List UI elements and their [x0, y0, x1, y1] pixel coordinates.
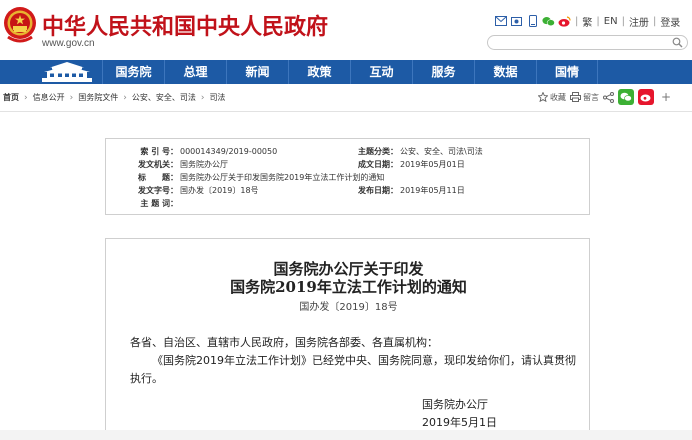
nav-item-policies[interactable]: 政策 — [288, 60, 350, 84]
nav-item-news[interactable]: 新闻 — [226, 60, 288, 84]
breadcrumb-separator-icon: › — [200, 92, 205, 103]
divider: | — [596, 15, 600, 27]
breadcrumb-separator-icon: › — [24, 92, 28, 103]
breadcrumb-home[interactable]: 首页 — [3, 92, 19, 103]
share-button[interactable] — [603, 91, 614, 103]
comment-button[interactable]: 留言 — [570, 92, 599, 103]
favorite-label: 收藏 — [550, 92, 566, 102]
title-label: 标 题： — [138, 173, 178, 182]
print-icon — [570, 92, 581, 102]
doc-sign-date: 2019年5月1日 — [422, 416, 497, 429]
star-icon — [538, 92, 548, 102]
written-date-label: 成文日期： — [358, 160, 398, 169]
title-value: 国务院办公厅关于印发国务院2019年立法工作计划的通知 — [180, 173, 385, 182]
doc-signer: 国务院办公厅 — [422, 398, 488, 411]
share-icon — [603, 91, 614, 103]
more-share-button[interactable]: + — [661, 90, 671, 104]
doc-title-line2: 国务院2019年立法工作计划的通知 — [230, 278, 467, 296]
doc-salutation: 各省、自治区、直辖市人民政府，国务院各部委、各直属机构： — [130, 336, 438, 349]
doc-number-label: 发文字号： — [138, 186, 178, 195]
issuer-label: 发文机关： — [138, 160, 178, 169]
breadcrumb-info-public[interactable]: 信息公开 — [33, 92, 65, 103]
breadcrumb-public-security[interactable]: 公安、安全、司法 — [132, 92, 196, 103]
search-icon[interactable] — [672, 37, 683, 48]
tiananmen-logo-icon[interactable] — [38, 61, 96, 83]
divider: | — [652, 15, 657, 27]
nav-item-state-council[interactable]: 国务院 — [102, 60, 164, 84]
weibo-icon — [640, 94, 651, 102]
doc-paragraph-line2: 执行。 — [130, 372, 163, 385]
issuer-value: 国务院办公厅 — [180, 160, 228, 169]
breadcrumb-separator-icon: › — [123, 92, 127, 103]
wechat-icon[interactable] — [542, 15, 555, 27]
doc-paragraph-line1: 《国务院2019年立法工作计划》已经党中央、国务院同意，现印发给你们，请认真贯彻 — [152, 354, 576, 367]
doc-number: 国办发〔2019〕18号 — [299, 302, 398, 313]
index-value: 000014349/2019-00050 — [180, 147, 278, 156]
weibo-icon[interactable] — [558, 15, 571, 27]
site-header: 中华人民共和国中央人民政府 www.gov.cn | 繁 | EN | 注册 |… — [0, 0, 692, 60]
mobile-icon[interactable] — [510, 15, 523, 27]
breadcrumb-separator-icon: › — [69, 92, 74, 103]
divider: | — [621, 15, 625, 27]
keywords-label: 主 题 词： — [140, 199, 178, 208]
site-url[interactable]: www.gov.cn — [42, 38, 95, 49]
written-date-value: 2019年05月01日 — [400, 160, 465, 169]
register-link[interactable]: 注册 — [629, 14, 649, 29]
wechat-icon — [620, 92, 632, 102]
page-footer-strip — [0, 430, 692, 440]
nav-item-national-conditions[interactable]: 国情 — [536, 60, 598, 84]
search-input[interactable] — [496, 41, 676, 55]
main-nav: 国务院 总理 新闻 政策 互动 服务 数据 国情 — [0, 60, 692, 84]
national-emblem-icon — [4, 7, 36, 43]
nav-item-interaction[interactable]: 互动 — [350, 60, 412, 84]
document-body: 国务院办公厅关于印发 国务院2019年立法工作计划的通知 国办发〔2019〕18… — [105, 238, 590, 440]
nav-item-services[interactable]: 服务 — [412, 60, 474, 84]
breadcrumb-bar: 首页 › 信息公开 › 国务院文件 › 公安、安全、司法 › 司法 收藏 留言 … — [0, 84, 692, 112]
favorite-button[interactable]: 收藏 — [538, 92, 566, 103]
nav-item-data[interactable]: 数据 — [474, 60, 536, 84]
index-label: 索 引 号： — [140, 147, 178, 156]
nav-items: 国务院 总理 新闻 政策 互动 服务 数据 国情 — [102, 60, 598, 84]
phone-icon[interactable] — [526, 15, 539, 27]
search-box — [487, 35, 688, 55]
share-weibo-button[interactable] — [638, 89, 654, 105]
comment-label: 留言 — [583, 92, 599, 102]
category-value: 公安、安全、司法\司法 — [400, 147, 483, 156]
breadcrumb-justice[interactable]: 司法 — [209, 92, 225, 103]
breadcrumb-state-council-docs[interactable]: 国务院文件 — [78, 92, 118, 103]
site-title[interactable]: 中华人民共和国中央人民政府 — [42, 9, 328, 41]
document-metadata: 索 引 号： 000014349/2019-00050 主题分类： 公安、安全、… — [105, 138, 590, 215]
lang-english-link[interactable]: EN — [604, 16, 618, 27]
category-label: 主题分类： — [358, 147, 398, 156]
publish-date-label: 发布日期： — [358, 186, 398, 195]
login-link[interactable]: 登录 — [660, 14, 680, 29]
divider: | — [575, 15, 579, 27]
top-tools: | 繁 | EN | 注册 | 登录 — [494, 13, 680, 29]
doc-number-value: 国办发〔2019〕18号 — [180, 186, 259, 195]
lang-traditional-link[interactable]: 繁 — [582, 14, 592, 29]
share-wechat-button[interactable] — [618, 89, 634, 105]
email-icon[interactable] — [494, 15, 507, 27]
page-tools: 收藏 留言 + — [538, 89, 671, 105]
breadcrumb: 首页 › 信息公开 › 国务院文件 › 公安、安全、司法 › 司法 — [3, 92, 225, 103]
publish-date-value: 2019年05月11日 — [400, 186, 465, 195]
nav-item-premier[interactable]: 总理 — [164, 60, 226, 84]
